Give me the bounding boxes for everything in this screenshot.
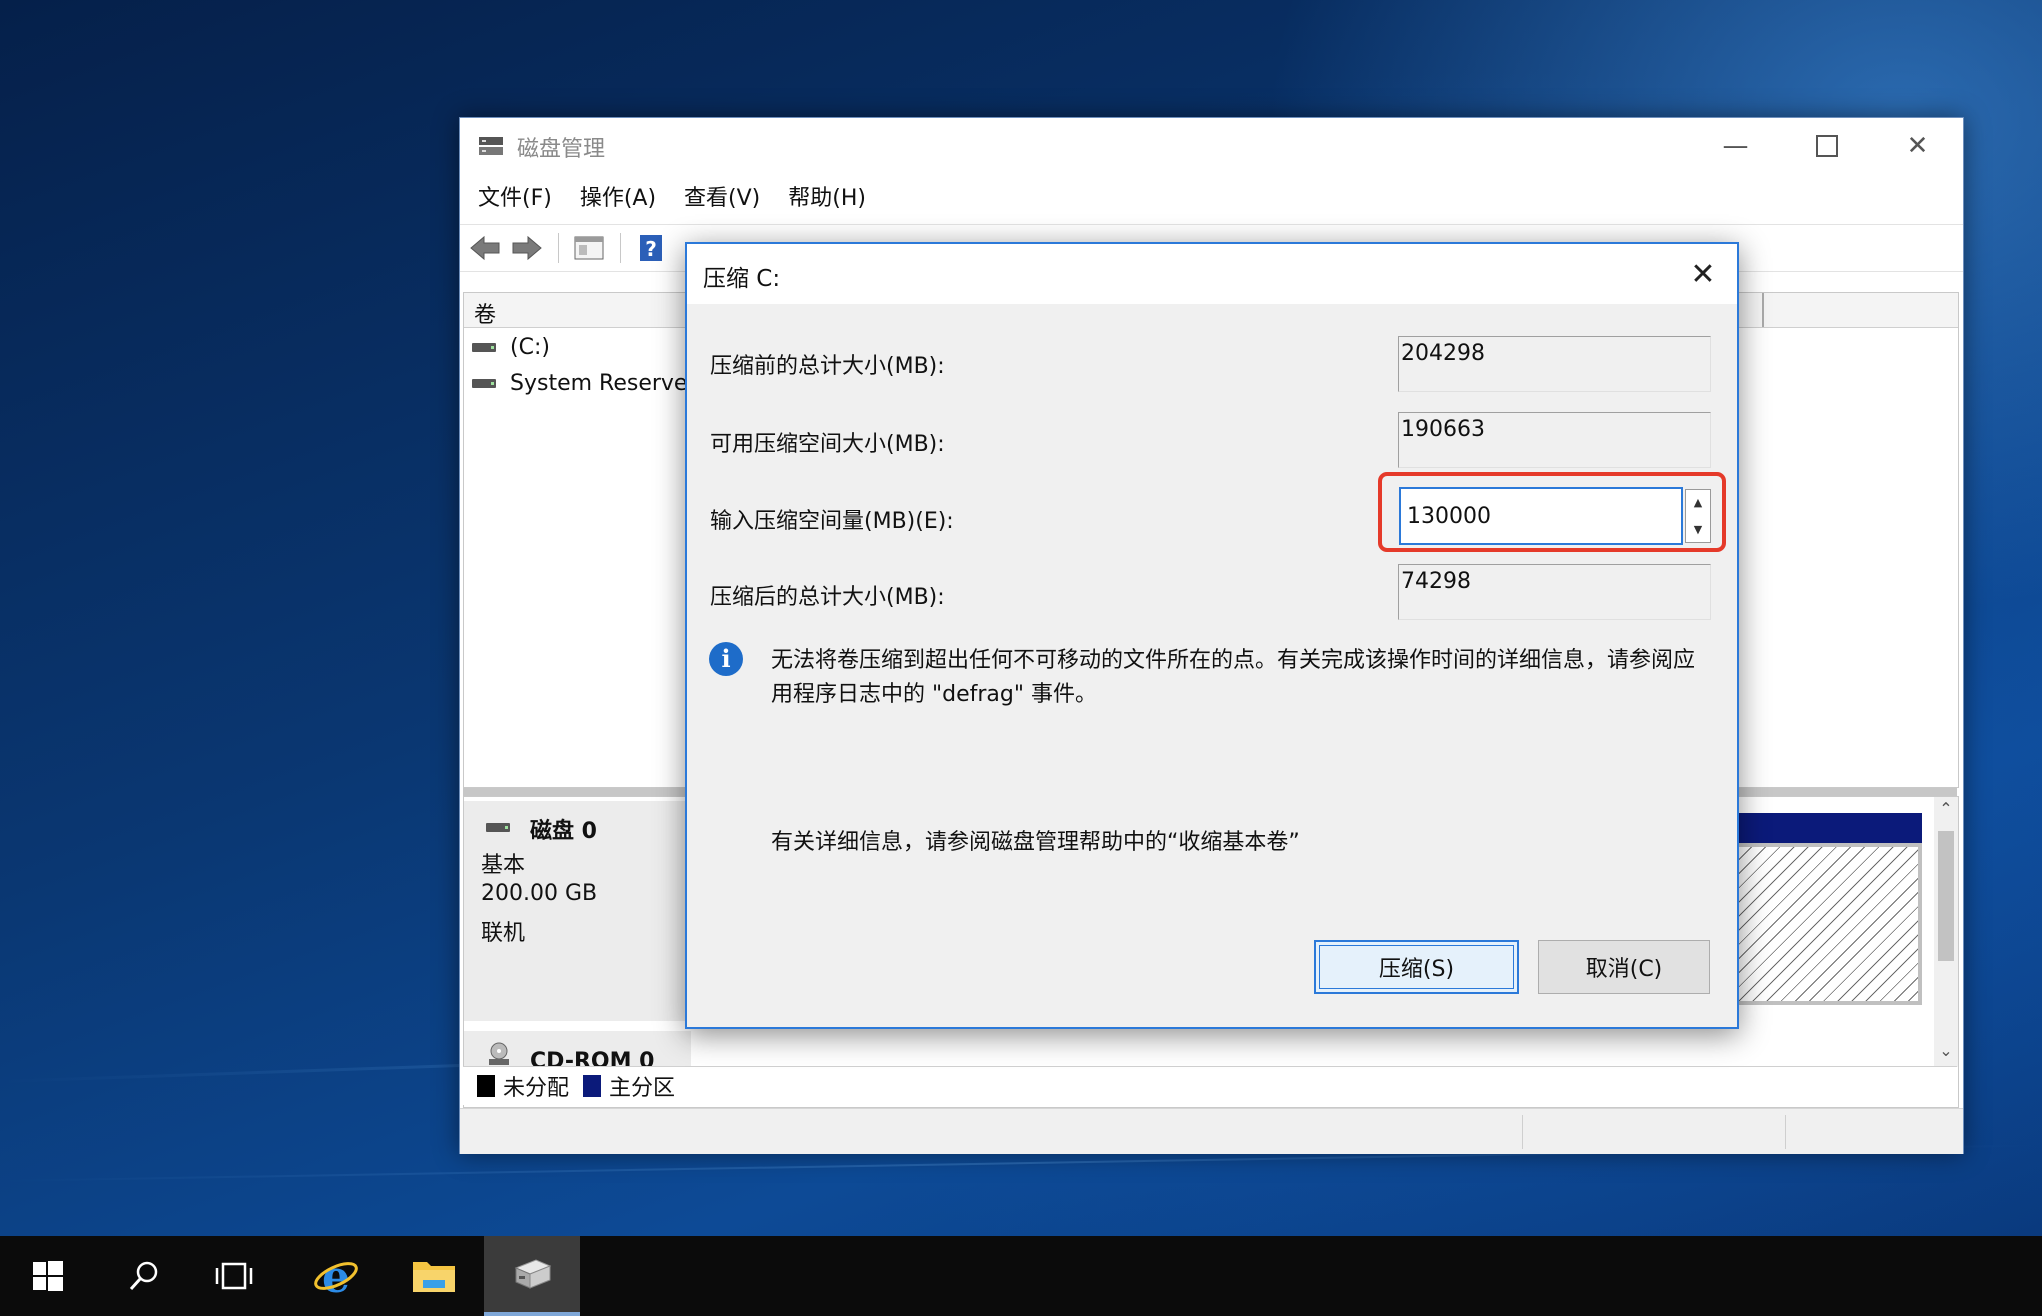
status-bar bbox=[460, 1108, 1963, 1154]
disk-0-info[interactable]: 磁盘 0 基本 200.00 GB 联机 bbox=[464, 801, 691, 1021]
cancel-button[interactable]: 取消(C) bbox=[1538, 940, 1710, 994]
task-view-button[interactable] bbox=[186, 1236, 282, 1316]
spin-down-icon[interactable]: ▼ bbox=[1686, 517, 1710, 543]
shrink-amount-input[interactable] bbox=[1399, 487, 1683, 545]
disk-icon bbox=[486, 823, 510, 832]
disk-management-app-icon bbox=[479, 137, 503, 155]
disk-status: 联机 bbox=[481, 921, 526, 946]
scroll-thumb[interactable] bbox=[1938, 831, 1954, 961]
drive-icon bbox=[472, 342, 496, 352]
svg-text:e: e bbox=[322, 1252, 350, 1300]
primary-partition-header bbox=[1734, 813, 1922, 843]
info-icon: i bbox=[709, 642, 743, 676]
input-label: 输入压缩空间量(MB)(E): bbox=[710, 509, 954, 534]
dialog-title: 压缩 C: bbox=[703, 266, 781, 292]
volume-name: (C:) bbox=[510, 334, 550, 360]
maximize-icon bbox=[1815, 135, 1838, 157]
search-button[interactable] bbox=[96, 1236, 192, 1316]
shrink-dialog: 压缩 C: ✕ 压缩前的总计大小(MB): 204298 可用压缩空间大小(MB… bbox=[685, 242, 1739, 1029]
disk-size: 200.00 GB bbox=[481, 881, 598, 906]
close-icon: ✕ bbox=[1690, 256, 1716, 292]
volume-row-system-reserved[interactable]: System Reserve bbox=[472, 367, 687, 399]
help-icon[interactable]: ? bbox=[634, 233, 668, 263]
shrink-button-label: 压缩(S) bbox=[1378, 957, 1455, 982]
total-after-value: 74298 bbox=[1398, 564, 1711, 620]
volume-row-c[interactable]: (C:) bbox=[472, 331, 550, 363]
search-icon bbox=[129, 1261, 158, 1291]
menu-file[interactable]: 文件(F) bbox=[460, 181, 566, 217]
spin-buttons: ▲ ▼ bbox=[1685, 489, 1711, 543]
disk-management-taskbar-button[interactable] bbox=[484, 1236, 580, 1316]
menu-action[interactable]: 操作(A) bbox=[566, 181, 670, 217]
primary-swatch bbox=[583, 1075, 602, 1097]
total-before-label: 压缩前的总计大小(MB): bbox=[710, 354, 945, 379]
minimize-button[interactable]: — bbox=[1690, 118, 1781, 174]
total-before-value: 204298 bbox=[1398, 336, 1711, 392]
menu-help[interactable]: 帮助(H) bbox=[774, 181, 880, 217]
partition-block[interactable] bbox=[1734, 843, 1922, 1005]
info-message: 无法将卷压缩到超出任何不可移动的文件所在的点。有关完成该操作时间的详细信息，请参… bbox=[771, 648, 1696, 707]
window-title: 磁盘管理 bbox=[517, 137, 606, 162]
windows-logo-icon bbox=[33, 1261, 63, 1291]
cancel-button-label: 取消(C) bbox=[1585, 957, 1663, 982]
volume-name: System Reserve bbox=[510, 370, 688, 396]
close-window-button[interactable]: ✕ bbox=[1872, 118, 1963, 174]
cdrom-icon bbox=[489, 1042, 509, 1065]
disk-type: 基本 bbox=[481, 853, 526, 878]
more-info-text: 有关详细信息，请参阅磁盘管理帮助中的“收缩基本卷” bbox=[771, 830, 1300, 855]
svg-text:?: ? bbox=[645, 237, 657, 261]
minimize-icon: — bbox=[1722, 131, 1749, 161]
legend-primary: 主分区 bbox=[609, 1076, 676, 1101]
disk-pane-scrollbar[interactable]: ⌃ ⌄ bbox=[1934, 797, 1958, 1067]
title-bar[interactable]: 磁盘管理 — ✕ bbox=[460, 118, 1963, 174]
unallocated-swatch bbox=[477, 1075, 495, 1097]
maximize-button[interactable] bbox=[1781, 118, 1872, 174]
taskbar: e bbox=[0, 1236, 2042, 1316]
folder-icon bbox=[413, 1262, 455, 1292]
spin-up-icon[interactable]: ▲ bbox=[1686, 490, 1710, 516]
internet-explorer-icon: e bbox=[314, 1252, 358, 1300]
dialog-title-bar[interactable]: 压缩 C: ✕ bbox=[687, 244, 1737, 304]
volume-header-label[interactable]: 卷 bbox=[474, 297, 496, 329]
legend-unallocated: 未分配 bbox=[503, 1076, 570, 1101]
scroll-down-icon[interactable]: ⌄ bbox=[1934, 1041, 1958, 1060]
scroll-up-icon[interactable]: ⌃ bbox=[1934, 799, 1958, 818]
disk-name: 磁盘 0 bbox=[530, 819, 597, 844]
start-button[interactable] bbox=[0, 1236, 96, 1316]
back-arrow-icon[interactable] bbox=[468, 233, 502, 263]
task-view-icon bbox=[215, 1262, 253, 1290]
disk-management-icon bbox=[514, 1259, 552, 1289]
total-after-label: 压缩后的总计大小(MB): bbox=[710, 585, 945, 610]
dialog-close-button[interactable]: ✕ bbox=[1683, 254, 1723, 294]
menu-bar: 文件(F) 操作(A) 查看(V) 帮助(H) bbox=[460, 181, 1963, 217]
file-explorer-button[interactable] bbox=[386, 1236, 482, 1316]
console-tree-icon[interactable] bbox=[572, 233, 606, 263]
available-label: 可用压缩空间大小(MB): bbox=[710, 432, 945, 457]
available-value: 190663 bbox=[1398, 412, 1711, 468]
internet-explorer-button[interactable]: e bbox=[288, 1236, 384, 1316]
close-icon: ✕ bbox=[1906, 131, 1929, 161]
shrink-amount-stepper[interactable]: ▲ ▼ bbox=[1399, 487, 1711, 545]
legend-bar: 未分配 主分区 bbox=[463, 1066, 1957, 1105]
drive-icon bbox=[472, 378, 496, 388]
shrink-button[interactable]: 压缩(S) bbox=[1314, 940, 1519, 994]
forward-arrow-icon[interactable] bbox=[510, 233, 544, 263]
menu-view[interactable]: 查看(V) bbox=[670, 181, 774, 217]
